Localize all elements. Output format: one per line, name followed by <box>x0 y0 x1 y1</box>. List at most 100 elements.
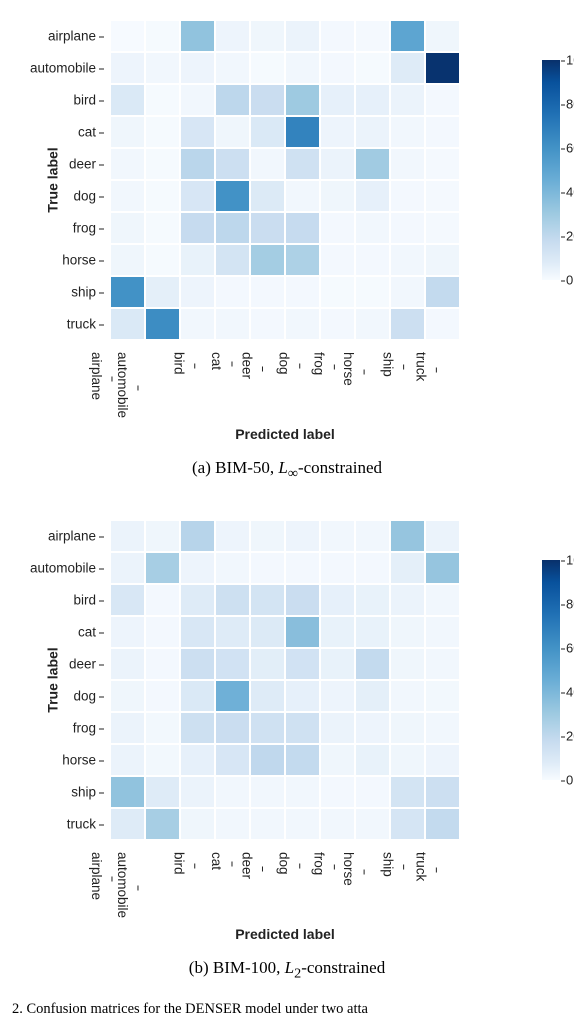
subcaption-suffix: -constrained <box>298 458 382 477</box>
heatmap-cell <box>110 744 145 776</box>
heatmap-cell <box>425 52 460 84</box>
heatmap-cell <box>110 84 145 116</box>
heatmap-cell <box>110 244 145 276</box>
heatmap-cell <box>110 680 145 712</box>
confusion-matrix-1: True labelairplaneautomobilebirdcatdeerd… <box>0 500 574 952</box>
heatmap-cell <box>250 84 285 116</box>
y-tick-label: automobile <box>30 61 96 76</box>
heatmap-cell <box>285 276 320 308</box>
subcaption-prefix: (a) BIM-50, <box>192 458 278 477</box>
heatmap-cell <box>390 20 425 52</box>
heatmap-cell <box>145 744 180 776</box>
subcaption: (b) BIM-100, L2-constrained <box>0 958 574 982</box>
heatmap-cell <box>180 744 215 776</box>
x-tick-label: ship <box>380 352 395 377</box>
heatmap-grid <box>110 20 460 340</box>
colorbar-tick-label: 800 <box>566 597 574 612</box>
heatmap-cell <box>320 84 355 116</box>
y-tick-label: truck <box>67 317 96 332</box>
x-tick-label: bird <box>171 852 186 875</box>
subcaption-suffix: -constrained <box>301 958 385 977</box>
heatmap-cell <box>425 808 460 840</box>
heatmap-cell <box>145 520 180 552</box>
heatmap-cell <box>250 212 285 244</box>
colorbar-tick-label: 200 <box>566 729 574 744</box>
x-tick-label: bird <box>171 352 186 375</box>
heatmap-cell <box>180 308 215 340</box>
heatmap-cell <box>320 776 355 808</box>
heatmap-cell <box>390 308 425 340</box>
heatmap-cell <box>425 148 460 180</box>
x-tick-label: deer <box>239 852 254 879</box>
colorbar: 02004006008001000 <box>542 560 562 780</box>
heatmap-cell <box>180 808 215 840</box>
heatmap-cell <box>285 744 320 776</box>
subcaption-prefix: (b) BIM-100, <box>189 958 285 977</box>
x-tick-label: truck <box>413 352 428 381</box>
heatmap-cell <box>285 180 320 212</box>
heatmap-cell <box>355 712 390 744</box>
heatmap-cell <box>285 20 320 52</box>
heatmap-cell <box>285 52 320 84</box>
subcaption-subscript: ∞ <box>288 465 298 481</box>
x-axis-label: Predicted label <box>110 926 460 942</box>
heatmap-cell <box>180 148 215 180</box>
heatmap-cell <box>250 180 285 212</box>
heatmap-cell <box>250 276 285 308</box>
heatmap-cell <box>285 776 320 808</box>
plot-area: True labelairplaneautomobilebirdcatdeerd… <box>110 520 504 942</box>
x-axis-label: Predicted label <box>110 426 460 442</box>
heatmap-cell <box>355 552 390 584</box>
heatmap-cell <box>145 84 180 116</box>
heatmap-cell <box>320 616 355 648</box>
heatmap-cell <box>110 648 145 680</box>
colorbar-tick-label: 0 <box>566 273 573 288</box>
y-tick-label: dog <box>73 689 96 704</box>
heatmap-cell <box>355 808 390 840</box>
y-tick-label: frog <box>73 221 96 236</box>
colorbar-tick-label: 1000 <box>566 553 574 568</box>
heatmap-cell <box>145 648 180 680</box>
heatmap-cell <box>180 552 215 584</box>
heatmap-cell <box>355 584 390 616</box>
heatmap-cell <box>215 616 250 648</box>
heatmap-cell <box>425 712 460 744</box>
heatmap-cell <box>425 776 460 808</box>
heatmap-cell <box>145 552 180 584</box>
colorbar-tick-label: 0 <box>566 773 573 788</box>
heatmap-cell <box>110 712 145 744</box>
x-tick-label: airplane <box>88 852 103 900</box>
heatmap-cell <box>250 648 285 680</box>
heatmap-cell <box>145 680 180 712</box>
heatmap-cell <box>250 712 285 744</box>
y-tick-label: airplane <box>48 29 96 44</box>
heatmap-cell <box>250 308 285 340</box>
heatmap-cell <box>355 84 390 116</box>
heatmap-cell <box>250 244 285 276</box>
heatmap-cell <box>355 180 390 212</box>
heatmap-cell <box>110 116 145 148</box>
heatmap-cell <box>145 276 180 308</box>
heatmap-cell <box>180 616 215 648</box>
heatmap-cell <box>215 808 250 840</box>
colorbar-tick-label: 800 <box>566 97 574 112</box>
heatmap-cell <box>320 520 355 552</box>
y-tick-label: horse <box>62 753 96 768</box>
heatmap-cell <box>355 20 390 52</box>
colorbar-gradient <box>542 560 560 780</box>
heatmap-cell <box>250 148 285 180</box>
y-tick-label: frog <box>73 721 96 736</box>
heatmap-cell <box>145 808 180 840</box>
heatmap-cell <box>250 776 285 808</box>
heatmap-cell <box>215 552 250 584</box>
heatmap-cell <box>285 212 320 244</box>
heatmap-cell <box>180 244 215 276</box>
heatmap-cell <box>355 680 390 712</box>
y-tick-label: truck <box>67 817 96 832</box>
heatmap-cell <box>215 244 250 276</box>
heatmap-cell <box>355 616 390 648</box>
heatmap-cell <box>285 616 320 648</box>
heatmap-cell <box>110 148 145 180</box>
heatmap-cell <box>215 776 250 808</box>
heatmap-cell <box>285 244 320 276</box>
